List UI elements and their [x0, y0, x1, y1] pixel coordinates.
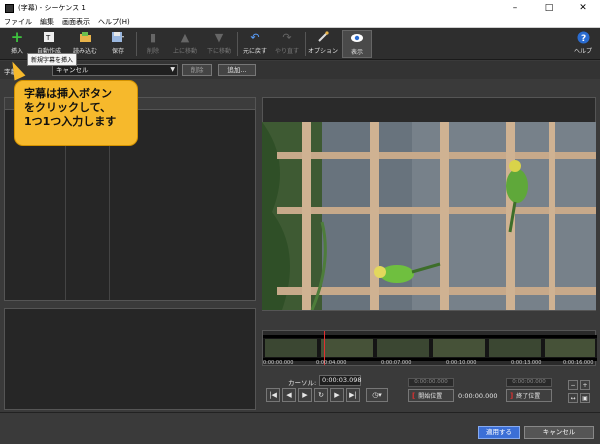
move-up-icon: ▲: [180, 30, 190, 44]
speed-dropdown-icon: ◷▾: [372, 391, 382, 399]
eye-icon: [350, 31, 364, 45]
options-button[interactable]: オプション: [308, 30, 338, 58]
timeline[interactable]: 0:00:00.000 0:00:04.000 0:00:07.000 0:00…: [262, 330, 597, 366]
tick-label: 0:00:04.000: [316, 360, 347, 366]
step-forward-icon: ▶: [334, 391, 340, 399]
callout-text: 字幕は挿入ボタン をクリックして、 1つ1つ入力します: [24, 87, 117, 128]
insert-tooltip: 新規字幕を挿入: [27, 53, 78, 66]
cancel-button[interactable]: キャンセル: [524, 426, 594, 439]
step-back-icon: ◀: [286, 391, 292, 399]
cursor-time-field[interactable]: 0:00:03.098: [319, 375, 362, 386]
tick-label: 0:00:10.000: [446, 360, 477, 366]
help-icon: ?: [576, 30, 590, 44]
fit-width-button[interactable]: ↔: [568, 393, 578, 403]
tick-label: 0:00:16.000: [563, 360, 594, 366]
fit-width-icon: ↔: [570, 394, 576, 402]
instruction-callout: 字幕は挿入ボタン をクリックして、 1つ1つ入力します: [14, 80, 138, 146]
play-icon: ▶: [302, 391, 308, 399]
filmstrip: [263, 335, 597, 361]
folder-open-icon: [78, 30, 92, 44]
end-time-display: 0:00:00.000: [506, 378, 552, 387]
delete-button[interactable]: ▮ 削除: [142, 30, 164, 58]
subtitle-text-editor[interactable]: [4, 308, 256, 410]
menu-view[interactable]: 画面表示: [58, 17, 94, 27]
zoom-out-icon: −: [570, 381, 576, 389]
footer-divider: [0, 412, 600, 413]
duration-value: 0:00:00.000: [458, 392, 498, 400]
undo-button[interactable]: ↶ 元に戻す: [240, 30, 270, 58]
move-down-icon: ▼: [214, 30, 224, 44]
maximize-button[interactable]: □: [532, 0, 566, 16]
tick-label: 0:00:07.000: [381, 360, 412, 366]
menu-bar: ファイル 編集 画面表示 ヘルプ(H): [0, 16, 600, 28]
add-style-button[interactable]: 追加...: [218, 64, 256, 76]
svg-text:?: ?: [581, 34, 586, 44]
playback-controls: カーソル: 0:00:03.098 |◀ ◀ ▶ ↻ ▶ ▶| ◷▾ 0:00:…: [262, 374, 596, 410]
trash-icon: ▮: [149, 30, 157, 44]
jump-start-button[interactable]: |◀: [266, 388, 280, 402]
save-button[interactable]: 保存: [106, 30, 130, 58]
zoom-out-button[interactable]: −: [568, 380, 578, 390]
zoom-in-button[interactable]: +: [580, 380, 590, 390]
redo-button[interactable]: ↷ やり直す: [272, 30, 302, 58]
fit-all-icon: ▣: [582, 394, 588, 402]
chevron-down-icon: ▼: [170, 66, 175, 73]
bracket-left-icon: [: [412, 391, 416, 400]
dialog-footer: 適用する キャンセル: [0, 418, 600, 444]
title-bar: (字幕) - シーケンス 1 – □ ✕: [0, 0, 600, 16]
toolbar-separator: [136, 32, 137, 56]
plus-icon: +: [10, 27, 24, 46]
tick-label: 0:00:13.000: [511, 360, 542, 366]
view-button[interactable]: 表示: [342, 30, 372, 58]
redo-icon: ↷: [282, 30, 292, 44]
subtitle-selection-row: 字幕 キャンセル ▼ 削除 追加...: [0, 61, 600, 79]
step-back-button[interactable]: ◀: [282, 388, 296, 402]
toolbar: + 挿入 T 自動作成 読み込む 保存 ▮ 削除 ▲ 上に移動 ▼ 下に移動 ↶…: [0, 28, 600, 60]
menu-file[interactable]: ファイル: [0, 17, 36, 27]
auto-text-icon: T: [42, 30, 56, 44]
loop-icon: ↻: [318, 391, 324, 399]
window-title: (字幕) - シーケンス 1: [18, 4, 86, 12]
loop-button[interactable]: ↻: [314, 388, 328, 402]
options-icon: [316, 30, 330, 44]
undo-icon: ↶: [250, 30, 260, 44]
set-start-button[interactable]: [ 開始位置: [408, 389, 454, 402]
svg-text:T: T: [45, 34, 51, 42]
play-button[interactable]: ▶: [298, 388, 312, 402]
app-icon: [5, 3, 14, 13]
tick-label: 0:00:00.000: [263, 360, 294, 366]
move-up-button[interactable]: ▲ 上に移動: [170, 30, 200, 58]
toolbar-separator: [237, 32, 238, 56]
save-icon: [111, 30, 125, 44]
zoom-in-icon: +: [582, 381, 588, 389]
speed-button[interactable]: ◷▾: [366, 388, 388, 402]
menu-edit[interactable]: 編集: [36, 17, 58, 27]
bracket-right-icon: ]: [510, 391, 514, 400]
close-button[interactable]: ✕: [566, 0, 600, 16]
skip-end-icon: ▶|: [349, 391, 357, 399]
toolbar-separator: [305, 32, 306, 56]
skip-start-icon: |◀: [269, 391, 277, 399]
start-time-display: 0:00:00.000: [408, 378, 454, 387]
minimize-button[interactable]: –: [498, 0, 532, 16]
set-end-button[interactable]: ] 終了位置: [506, 389, 552, 402]
jump-end-button[interactable]: ▶|: [346, 388, 360, 402]
video-preview: [262, 122, 596, 310]
help-button[interactable]: ? ヘルプ: [570, 30, 596, 58]
menu-help[interactable]: ヘルプ(H): [94, 17, 134, 27]
apply-button[interactable]: 適用する: [478, 426, 520, 439]
delete-style-button[interactable]: 削除: [182, 64, 212, 76]
fit-all-button[interactable]: ▣: [580, 393, 590, 403]
cursor-label: カーソル:: [288, 379, 317, 387]
video-frame-image: [262, 122, 596, 310]
move-down-button[interactable]: ▼ 下に移動: [204, 30, 234, 58]
step-forward-button[interactable]: ▶: [330, 388, 344, 402]
